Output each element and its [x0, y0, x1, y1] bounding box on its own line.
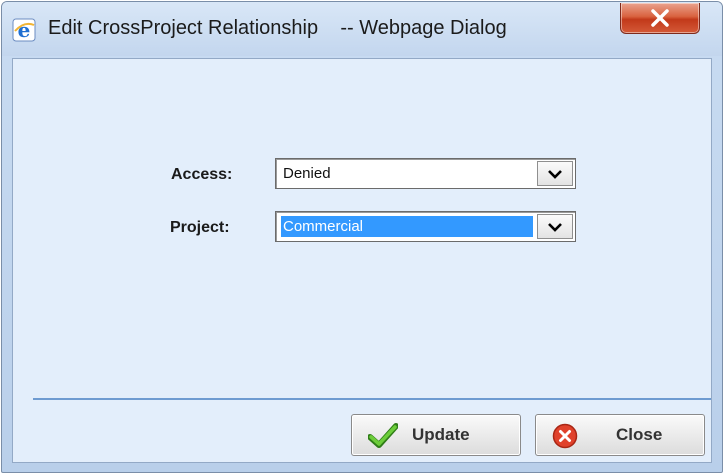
title-bar[interactable]: e Edit CrossProject Relationship -- Webp… — [2, 2, 722, 56]
project-select[interactable]: Commercial — [275, 211, 576, 242]
update-button-label: Update — [412, 425, 470, 444]
svg-text:e: e — [18, 18, 31, 42]
update-button[interactable]: Update — [351, 414, 521, 456]
window-close-button[interactable] — [620, 3, 700, 34]
window-title: Edit CrossProject Relationship -- Webpag… — [48, 17, 507, 39]
access-label: Access: — [171, 166, 233, 183]
checkmark-icon — [367, 423, 399, 449]
chevron-down-icon — [548, 223, 562, 232]
close-x-icon — [651, 9, 669, 27]
dialog-window: e Edit CrossProject Relationship -- Webp… — [1, 1, 723, 473]
project-label: Project: — [170, 219, 230, 236]
project-dropdown-button[interactable] — [537, 214, 573, 239]
chevron-down-icon — [548, 170, 562, 179]
dialog-body: Access: Denied Project: Commercial Updat… — [12, 58, 712, 463]
project-value: Commercial — [281, 216, 533, 237]
access-dropdown-button[interactable] — [537, 161, 573, 186]
red-x-circle-icon — [552, 423, 578, 449]
access-select[interactable]: Denied — [275, 158, 576, 189]
access-value: Denied — [283, 165, 331, 182]
button-divider — [33, 398, 711, 400]
ie-logo-icon: e — [12, 18, 36, 42]
close-button[interactable]: Close — [535, 414, 705, 456]
close-button-label: Close — [616, 425, 663, 444]
